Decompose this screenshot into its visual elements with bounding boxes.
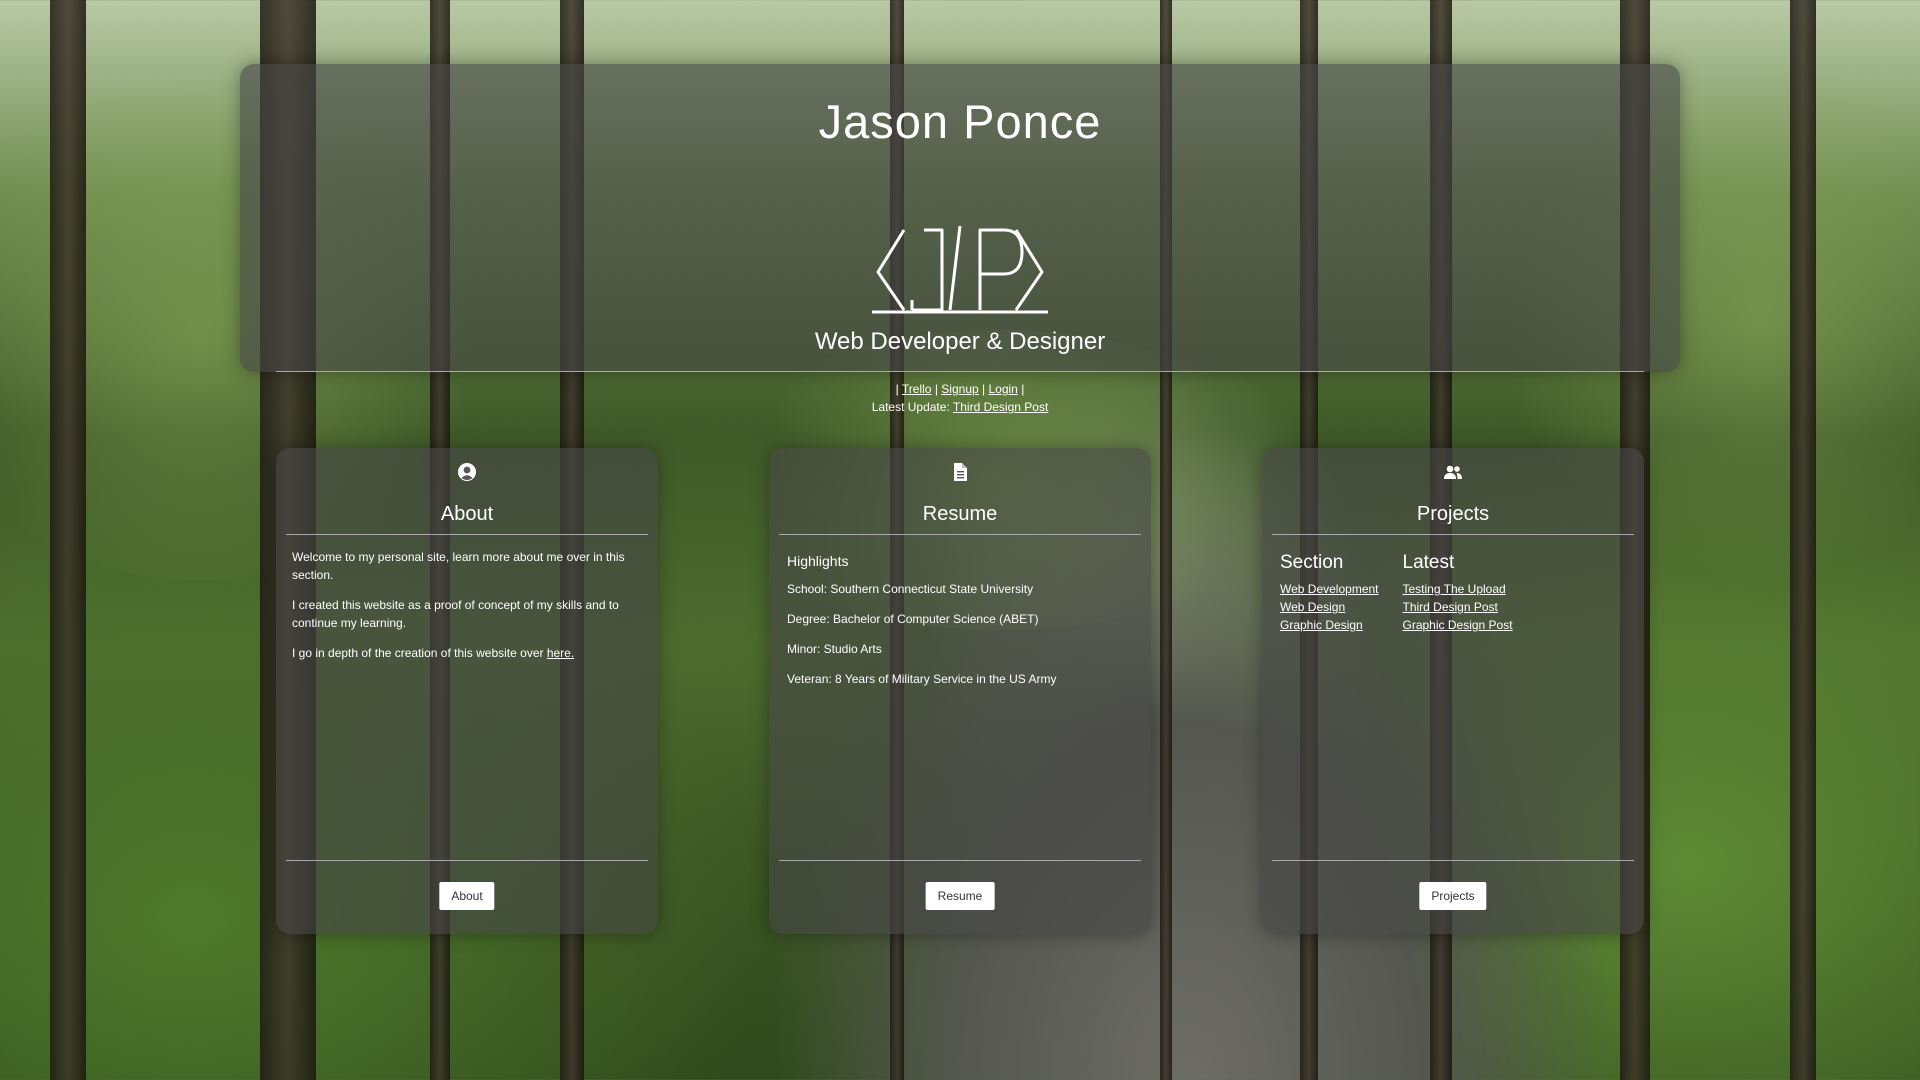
site-title: Jason Ponce	[818, 95, 1102, 148]
users-icon	[1444, 465, 1462, 479]
projects-latest-heading: Latest	[1402, 552, 1455, 573]
section-link-web-design[interactable]: Web Design	[1280, 598, 1379, 616]
resume-body: Highlights School: Southern Connecticut …	[787, 548, 1135, 700]
latest-link-third-design-post[interactable]: Third Design Post	[1403, 598, 1513, 616]
card-divider	[779, 534, 1141, 535]
site-subtitle: Web Developer & Designer	[814, 328, 1106, 355]
user-circle-icon	[458, 463, 476, 481]
projects-latest-column: Latest Testing The Upload Third Design P…	[1403, 552, 1513, 634]
nav-separator: |	[1021, 382, 1025, 396]
latest-link-graphic-design-post[interactable]: Graphic Design Post	[1403, 616, 1513, 634]
jp-logo-icon	[872, 225, 1048, 314]
projects-section-column: Section Web Development Web Design Graph…	[1280, 552, 1379, 634]
resume-card: Resume Highlights School: Southern Conne…	[769, 448, 1151, 934]
resume-highlights-heading: Highlights	[787, 553, 849, 569]
projects-button[interactable]: Projects	[1419, 882, 1487, 910]
resume-veteran: Veteran: 8 Years of Military Service in …	[787, 672, 1057, 686]
latest-link-testing-upload[interactable]: Testing The Upload	[1403, 580, 1513, 598]
resume-button[interactable]: Resume	[925, 882, 995, 910]
latest-update: Latest Update: Third Design Post	[240, 400, 1680, 414]
site-header: Jason Ponce Web Developer & Designer | T…	[240, 64, 1680, 414]
about-here-link[interactable]: here.	[547, 646, 574, 660]
document-icon	[954, 463, 967, 481]
latest-update-link[interactable]: Third Design Post	[953, 400, 1048, 414]
about-body: Welcome to my personal site, learn more …	[292, 548, 642, 674]
nav-separator: |	[982, 382, 986, 396]
about-paragraph: I go in depth of the creation of this we…	[292, 644, 642, 662]
card-divider	[286, 534, 648, 535]
about-paragraph: Welcome to my personal site, learn more …	[292, 550, 625, 582]
section-link-graphic-design[interactable]: Graphic Design	[1280, 616, 1379, 634]
about-card: About Welcome to my personal site, learn…	[276, 448, 658, 934]
card-divider	[1272, 534, 1634, 535]
card-divider	[286, 860, 648, 861]
nav-separator: |	[934, 382, 938, 396]
resume-title: Resume	[922, 503, 998, 525]
card-divider	[779, 860, 1141, 861]
card-divider	[1272, 860, 1634, 861]
header-divider	[276, 371, 1644, 372]
section-link-web-development[interactable]: Web Development	[1280, 580, 1379, 598]
about-title: About	[440, 503, 494, 525]
resume-minor: Minor: Studio Arts	[787, 642, 882, 656]
projects-card: Projects Section Web Development Web Des…	[1262, 448, 1644, 934]
login-link[interactable]: Login	[988, 382, 1017, 396]
about-paragraph: I created this website as a proof of con…	[292, 598, 619, 630]
about-paragraph-text: I go in depth of the creation of this we…	[292, 646, 544, 660]
projects-title: Projects	[1416, 503, 1490, 525]
about-button[interactable]: About	[439, 882, 495, 910]
resume-school: School: Southern Connecticut State Unive…	[787, 582, 1034, 596]
projects-columns: Section Web Development Web Design Graph…	[1280, 552, 1626, 634]
latest-update-label: Latest Update:	[871, 400, 950, 414]
signup-link[interactable]: Signup	[941, 382, 978, 396]
trello-link[interactable]: Trello	[902, 382, 932, 396]
resume-degree: Degree: Bachelor of Computer Science (AB…	[787, 612, 1039, 626]
nav-separator: |	[895, 382, 899, 396]
header-nav: | Trello | Signup | Login |	[240, 382, 1680, 396]
projects-section-heading: Section	[1280, 552, 1344, 573]
